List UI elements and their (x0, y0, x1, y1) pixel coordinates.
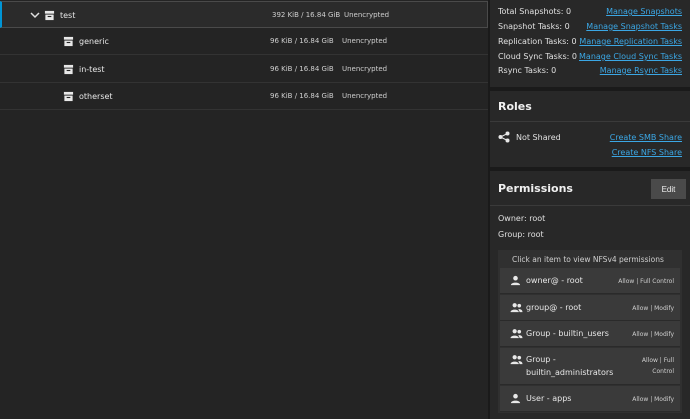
dataset-used: 96 KiB / 16.84 GiB (270, 65, 334, 73)
acl-item[interactable]: Group - builtin_administrators Allow | F… (500, 348, 680, 385)
manage-rsync-tasks-link[interactable]: Manage Rsync Tasks (600, 66, 682, 75)
acl-perm: Allow | Full Control (641, 357, 674, 375)
dataset-icon (63, 91, 74, 102)
replication-tasks-label: Replication Tasks: 0 (498, 37, 577, 46)
acl-item[interactable]: Group - builtin_users Allow | Modify (500, 321, 680, 347)
user-icon (510, 393, 521, 404)
owner-label: Owner: root (498, 214, 546, 223)
acl-who: Group - builtin_administrators (526, 355, 614, 377)
acl-item[interactable]: group@ - root Allow | Modify (500, 295, 680, 321)
acl-item[interactable]: User - apps Allow | Modify (500, 386, 680, 412)
create-smb-share-link[interactable]: Create SMB Share (610, 133, 682, 142)
edit-permissions-button[interactable]: Edit (651, 179, 686, 199)
dataset-icon (63, 64, 74, 75)
dataset-encryption: Unencrypted (342, 92, 388, 100)
share-status: Not Shared (516, 133, 561, 142)
dataset-row-test[interactable]: test 392 KiB / 16.84 GiB Unencrypted (0, 1, 488, 28)
acl-perm: Allow | Modify (632, 396, 674, 403)
create-nfs-share-link[interactable]: Create NFS Share (612, 148, 682, 157)
acl-who: User - apps (526, 394, 572, 403)
dataset-encryption: Unencrypted (342, 37, 388, 45)
group-icon (510, 303, 523, 313)
dataset-icon (44, 10, 55, 21)
permissions-divider (490, 205, 690, 206)
snapshot-tasks-label: Snapshot Tasks: 0 (498, 22, 570, 31)
dataset-row-in-test[interactable]: in-test 96 KiB / 16.84 GiB Unencrypted (0, 56, 488, 83)
acl-perm: Allow | Modify (632, 331, 674, 338)
roles-divider (490, 121, 690, 122)
dataset-row-generic[interactable]: generic 96 KiB / 16.84 GiB Unencrypted (0, 28, 488, 55)
acl-perm: Allow | Full Control (618, 278, 674, 285)
acl-who: owner@ - root (526, 276, 583, 285)
permissions-title: Permissions (498, 182, 573, 195)
dataset-name: test (60, 11, 76, 20)
acl-who: Group - builtin_users (526, 329, 609, 338)
dataset-used: 96 KiB / 16.84 GiB (270, 37, 334, 45)
dataset-used: 96 KiB / 16.84 GiB (270, 92, 334, 100)
total-snapshots-label: Total Snapshots: 0 (498, 7, 572, 16)
manage-snapshot-tasks-link[interactable]: Manage Snapshot Tasks (586, 22, 682, 31)
acl-hint: Click an item to view NFSv4 permissions (512, 255, 664, 264)
acl-item[interactable]: owner@ - root Allow | Full Control (500, 268, 680, 294)
user-icon (510, 275, 521, 286)
dataset-name: in-test (79, 65, 105, 74)
cloud-sync-tasks-label: Cloud Sync Tasks: 0 (498, 52, 577, 61)
dataset-encryption: Unencrypted (344, 11, 390, 19)
share-icon (498, 131, 510, 143)
manage-replication-tasks-link[interactable]: Manage Replication Tasks (579, 37, 682, 46)
group-label: Group: root (498, 230, 544, 239)
data-protection-card: Total Snapshots: 0 Manage Snapshots Snap… (490, 0, 690, 87)
manage-snapshots-link[interactable]: Manage Snapshots (606, 7, 682, 16)
roles-title: Roles (498, 100, 532, 113)
chevron-down-icon[interactable] (30, 10, 40, 20)
dataset-row-otherset[interactable]: otherset 96 KiB / 16.84 GiB Unencrypted (0, 83, 488, 110)
group-icon (510, 355, 523, 365)
rsync-tasks-label: Rsync Tasks: 0 (498, 66, 557, 75)
acl-who: group@ - root (526, 303, 582, 312)
group-icon (510, 329, 523, 339)
acl-perm: Allow | Modify (632, 305, 674, 312)
dataset-tree: test 392 KiB / 16.84 GiB Unencrypted gen… (0, 0, 488, 419)
dataset-name: otherset (79, 92, 113, 101)
dataset-encryption: Unencrypted (342, 65, 388, 73)
dataset-used: 392 KiB / 16.84 GiB (272, 11, 341, 19)
manage-cloud-sync-tasks-link[interactable]: Manage Cloud Sync Tasks (579, 52, 682, 61)
dataset-name: generic (79, 37, 109, 46)
dataset-icon (63, 36, 74, 47)
